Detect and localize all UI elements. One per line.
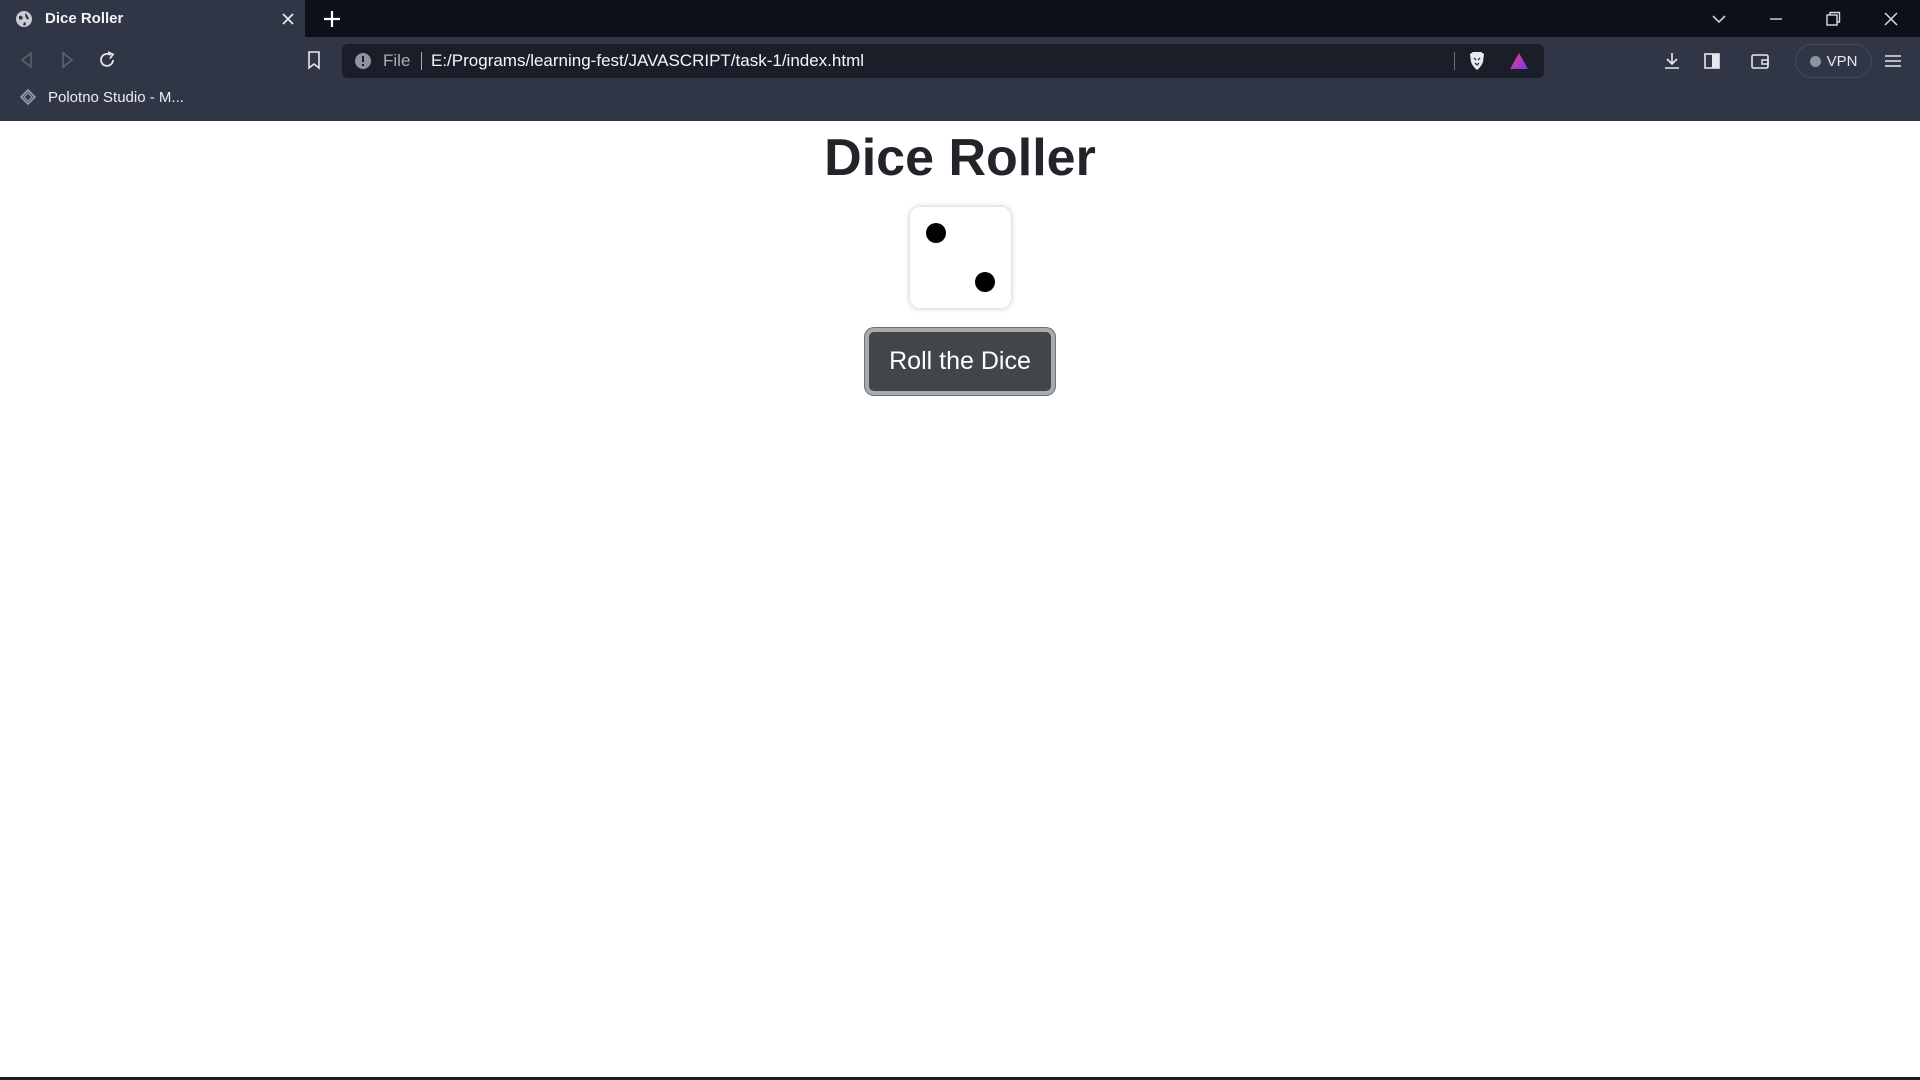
forward-icon[interactable]: [56, 49, 78, 71]
sidebar-icon[interactable]: [1701, 50, 1723, 72]
dice-face: [910, 207, 1011, 308]
bookmark-polotno[interactable]: Polotno Studio - M...: [18, 85, 184, 109]
close-window-icon[interactable]: [1880, 8, 1902, 30]
page-title: Dice Roller: [824, 129, 1096, 187]
wallet-icon[interactable]: [1749, 50, 1771, 72]
polotno-icon: [19, 88, 37, 106]
bookmark-label: Polotno Studio - M...: [48, 88, 184, 106]
url-separator: [421, 52, 422, 70]
close-tab-icon[interactable]: [280, 11, 296, 27]
site-info-icon[interactable]: [354, 52, 372, 70]
menu-icon[interactable]: [1882, 50, 1904, 72]
brave-shields-icon[interactable]: [1466, 50, 1488, 72]
url-text[interactable]: E:/Programs/learning-fest/JAVASCRIPT/tas…: [431, 44, 864, 78]
browser-toolbar: File E:/Programs/learning-fest/JAVASCRIP…: [0, 37, 1920, 121]
dice-pip: [926, 223, 946, 243]
roll-dice-button[interactable]: Roll the Dice: [865, 328, 1055, 395]
url-separator: [1454, 52, 1455, 70]
tab-list-chevron-icon[interactable]: [1708, 8, 1730, 30]
reload-icon[interactable]: [96, 49, 118, 71]
back-icon[interactable]: [16, 49, 38, 71]
address-bar[interactable]: File E:/Programs/learning-fest/JAVASCRIP…: [342, 44, 1544, 78]
vpn-label: VPN: [1826, 52, 1858, 70]
url-scheme-label: File: [383, 51, 411, 70]
vpn-button[interactable]: VPN: [1795, 44, 1872, 78]
brave-rewards-icon[interactable]: [1508, 50, 1530, 72]
dice-pip: [975, 272, 995, 292]
tab-strip: Dice Roller: [0, 0, 1920, 37]
new-tab-icon[interactable]: [322, 9, 342, 29]
downloads-icon[interactable]: [1661, 50, 1683, 72]
bookmark-icon[interactable]: [303, 49, 325, 71]
page-content: Dice Roller Roll the Dice: [0, 124, 1920, 1077]
minimize-icon[interactable]: [1765, 8, 1787, 30]
globe-icon: [16, 11, 32, 27]
tab-dice-roller[interactable]: Dice Roller: [0, 0, 305, 37]
restore-icon[interactable]: [1822, 8, 1844, 30]
tab-title: Dice Roller: [45, 10, 124, 27]
vpn-status-icon: [1809, 55, 1821, 67]
